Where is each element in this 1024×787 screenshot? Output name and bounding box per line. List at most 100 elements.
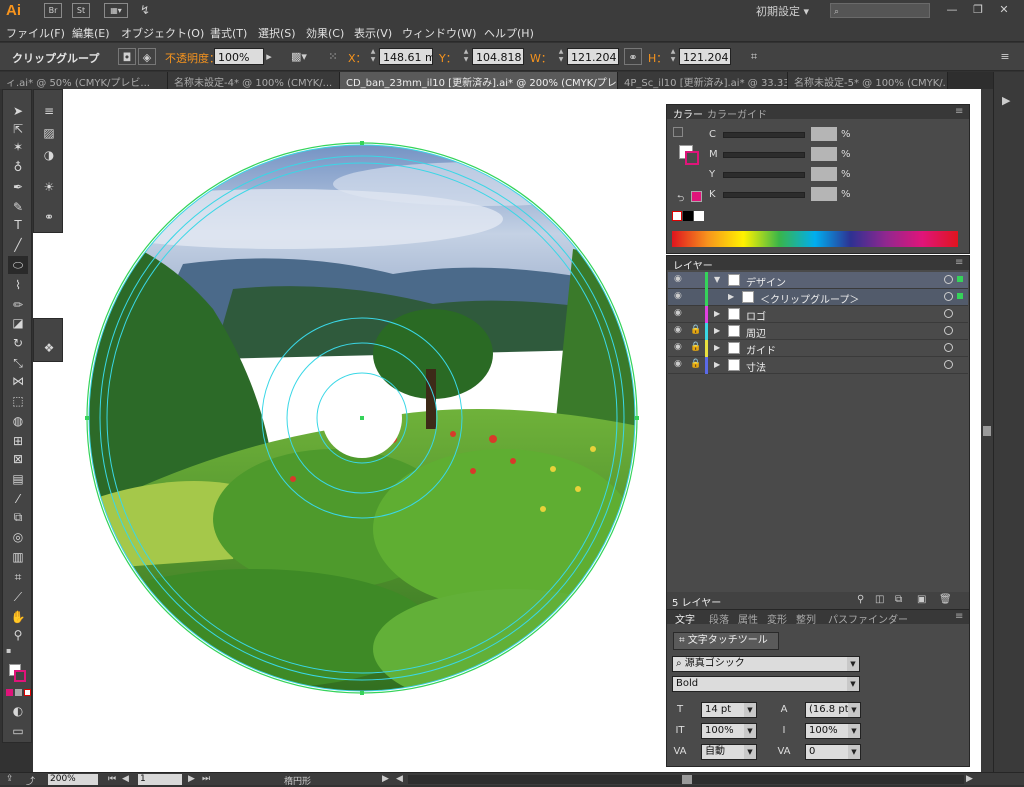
clipping-mask-icon[interactable]: ◫ xyxy=(875,594,884,605)
layer-name[interactable]: 周辺 xyxy=(746,325,766,340)
blend-tool-icon[interactable]: ⧉ xyxy=(8,508,28,526)
tab-color-guide[interactable]: カラーガイド xyxy=(707,106,767,121)
type-tool-icon[interactable]: T xyxy=(8,216,28,234)
target-circle-icon[interactable] xyxy=(944,360,953,369)
out-of-gamut-icon[interactable]: ⮌ xyxy=(677,191,684,207)
layer-row[interactable]: ◉ ▶ ＜クリップグループ＞ xyxy=(668,289,968,306)
lasso-tool-icon[interactable]: ♁ xyxy=(8,158,28,176)
menu-type[interactable]: 書式(T) xyxy=(210,25,247,41)
rotate-tool-icon[interactable]: ↻ xyxy=(8,334,28,352)
export-icon[interactable]: ⇪ xyxy=(6,774,14,784)
visibility-eye-icon[interactable]: ◉ xyxy=(674,291,682,301)
expand-right-icon[interactable]: ▶ xyxy=(714,309,720,318)
color-spectrum[interactable] xyxy=(672,231,958,247)
artboard-last-icon[interactable]: ⏭ xyxy=(202,774,210,784)
free-transform-tool-icon[interactable]: ⬚ xyxy=(8,392,28,410)
gradient-panel-icon[interactable]: ▨ xyxy=(39,124,59,142)
symbols-panel-icon[interactable]: ❖ xyxy=(39,339,59,357)
tab-attributes[interactable]: 属性 xyxy=(738,611,758,626)
paintbrush-tool-icon[interactable]: ⌇ xyxy=(8,276,28,294)
hand-tool-icon[interactable]: ✋ xyxy=(8,608,28,626)
channel-y-slider[interactable] xyxy=(723,172,805,178)
font-style-select[interactable]: Bold ▼ xyxy=(672,676,860,692)
workspace-switcher[interactable]: 初期設定 ▾ xyxy=(756,3,818,19)
h-input[interactable]: 121.204 m xyxy=(679,48,731,65)
layer-name[interactable]: デザイン xyxy=(746,274,786,289)
channel-c-input[interactable] xyxy=(811,127,837,141)
layer-name[interactable]: ＜クリップグループ＞ xyxy=(760,291,859,306)
tracking-input[interactable]: 0 ▼ xyxy=(805,744,861,760)
expand-right-icon[interactable]: ▶ xyxy=(728,292,734,301)
eyedropper-tool-icon[interactable]: ⁄ xyxy=(8,490,28,508)
layer-row[interactable]: ◉ ▶ ロゴ xyxy=(668,306,968,323)
curvature-tool-icon[interactable]: ✎ xyxy=(8,198,28,216)
layer-row[interactable]: ◉ ▼ デザイン xyxy=(668,272,968,289)
tab-color[interactable]: カラー xyxy=(673,106,703,121)
lock-icon[interactable]: 🔒 xyxy=(690,342,701,352)
delete-layer-icon[interactable]: 🗑 xyxy=(939,594,952,605)
stock-icon[interactable]: St xyxy=(72,3,90,18)
selection-indicator[interactable] xyxy=(957,293,963,299)
direct-selection-tool-icon[interactable]: ⇱ xyxy=(8,120,28,138)
menu-select[interactable]: 選択(S) xyxy=(258,25,296,41)
appearance-panel-icon[interactable]: ☀ xyxy=(39,178,59,196)
expand-down-icon[interactable]: ▼ xyxy=(714,275,720,284)
channel-k-slider[interactable] xyxy=(723,192,805,198)
selection-indicator[interactable] xyxy=(957,276,963,282)
visibility-eye-icon[interactable]: ◉ xyxy=(674,308,682,318)
y-stepper-icon[interactable]: ▲ ▼ xyxy=(461,48,471,65)
target-circle-icon[interactable] xyxy=(944,309,953,318)
x-stepper-icon[interactable]: ▲ ▼ xyxy=(368,48,378,65)
y-input[interactable]: 104.818 m xyxy=(472,48,524,65)
target-circle-icon[interactable] xyxy=(944,292,953,301)
expand-right-icon[interactable]: ▶ xyxy=(714,326,720,335)
tab-align[interactable]: 整列 xyxy=(796,611,816,626)
panel-menu-icon[interactable]: ≡ xyxy=(955,106,963,117)
hscroll-thumb[interactable] xyxy=(682,775,692,784)
layer-name[interactable]: ロゴ xyxy=(746,308,766,323)
horizontal-scale-input[interactable]: 100% ▼ xyxy=(805,723,861,739)
visibility-eye-icon[interactable]: ◉ xyxy=(674,342,682,352)
visibility-eye-icon[interactable]: ◉ xyxy=(674,359,682,369)
document-tab[interactable]: 名称未設定-4* @ 100% (CMYK/... xyxy=(168,72,340,89)
artboard-select[interactable]: 1 xyxy=(138,774,182,785)
expand-panels-icon[interactable]: ▶ xyxy=(1002,94,1010,107)
color-reset-icon[interactable] xyxy=(673,127,683,137)
menu-view[interactable]: 表示(V) xyxy=(354,25,392,41)
stroke-swatch[interactable] xyxy=(14,670,26,682)
bridge-icon[interactable]: Br xyxy=(44,3,62,18)
artboard-prev-icon[interactable]: ◀ xyxy=(122,774,129,784)
channel-m-slider[interactable] xyxy=(723,152,805,158)
menu-window[interactable]: ウィンドウ(W) xyxy=(402,25,476,41)
share-icon[interactable]: ⤴ xyxy=(26,774,35,787)
visibility-eye-icon[interactable]: ◉ xyxy=(674,274,682,284)
menu-help[interactable]: ヘルプ(H) xyxy=(484,25,534,41)
line-tool-icon[interactable]: ╱ xyxy=(8,236,28,254)
menu-effect[interactable]: 効果(C) xyxy=(306,25,344,41)
symbol-sprayer-tool-icon[interactable]: ◎ xyxy=(8,528,28,546)
h-stepper-icon[interactable]: ▲ ▼ xyxy=(668,48,678,65)
edit-contents-icon[interactable]: ◈ xyxy=(138,48,156,65)
tab-paragraph[interactable]: 段落 xyxy=(709,611,729,626)
channel-m-input[interactable] xyxy=(811,147,837,161)
artboard-tool-icon[interactable]: ⌗ xyxy=(8,568,28,586)
opacity-input[interactable]: 100% xyxy=(214,48,264,65)
magic-wand-tool-icon[interactable]: ✶ xyxy=(8,138,28,156)
color-mode-icon[interactable] xyxy=(6,689,13,696)
new-layer-icon[interactable]: ▣ xyxy=(917,594,926,605)
artboard-first-icon[interactable]: ⏮ xyxy=(108,774,116,784)
font-size-input[interactable]: 14 pt ▼ xyxy=(701,702,757,718)
hscroll-right-icon[interactable]: ▶ xyxy=(966,774,973,784)
reference-point-icon[interactable]: ⁙ xyxy=(324,48,342,65)
restore-button[interactable]: ❐ xyxy=(964,1,992,19)
close-button[interactable]: ✕ xyxy=(990,1,1018,19)
gradient-mode-icon[interactable] xyxy=(15,689,22,696)
white-swatch[interactable] xyxy=(694,211,704,221)
new-sublayer-icon[interactable]: ⧉ xyxy=(895,594,902,605)
status-menu-icon[interactable]: ▶ xyxy=(382,774,389,784)
transform-icon[interactable]: ⌗ xyxy=(745,48,763,65)
w-input[interactable]: 121.204 m xyxy=(567,48,619,65)
zoom-tool-icon[interactable]: ⚲ xyxy=(8,626,28,644)
artboard-next-icon[interactable]: ▶ xyxy=(188,774,195,784)
leading-input[interactable]: (16.8 pt ▼ xyxy=(805,702,861,718)
